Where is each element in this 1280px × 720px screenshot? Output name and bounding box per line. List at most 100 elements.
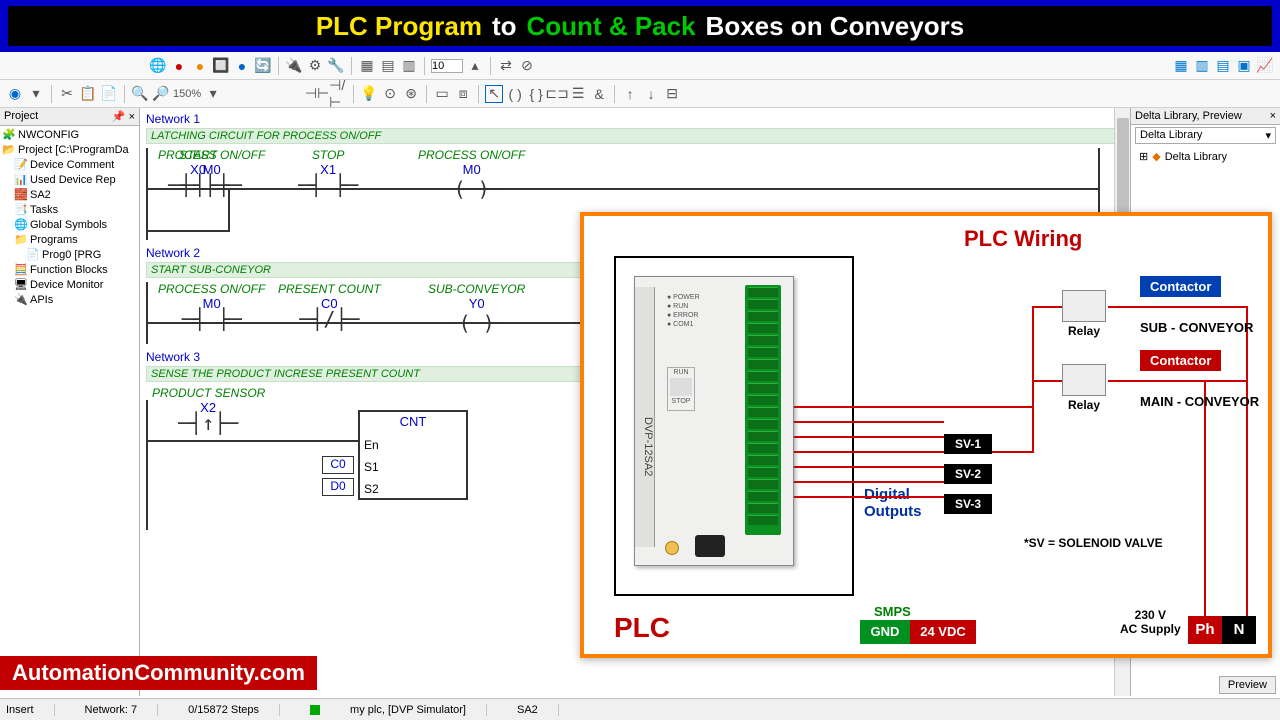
- caret-icon[interactable]: ▾: [27, 85, 45, 103]
- chip-icon[interactable]: 🔲: [212, 57, 230, 75]
- plc-port: [695, 535, 725, 557]
- spin-value[interactable]: [431, 59, 463, 73]
- ld1-icon[interactable]: ⊣⊢: [308, 85, 326, 103]
- wire-up-icon[interactable]: ↑: [621, 85, 639, 103]
- tree-item[interactable]: 📄Prog0 [PRG: [2, 248, 137, 263]
- cursor-icon[interactable]: ↖: [485, 85, 503, 103]
- globe-icon[interactable]: 🌐: [149, 57, 167, 75]
- sv1-box: SV-1: [944, 434, 992, 454]
- tree-item[interactable]: 🧱SA2: [2, 188, 137, 203]
- compile-icon[interactable]: ▦: [358, 57, 376, 75]
- blue-dot-icon[interactable]: ●: [233, 57, 251, 75]
- contact-no-icon[interactable]: ─┤ ├─: [298, 177, 358, 193]
- zoom-in-icon[interactable]: 🔍: [131, 85, 149, 103]
- contactor1: Contactor: [1140, 276, 1221, 297]
- sv2-box: SV-2: [944, 464, 992, 484]
- zoom-out-icon[interactable]: 🔎: [152, 85, 170, 103]
- layers-icon[interactable]: ▤: [379, 57, 397, 75]
- spin-up-icon[interactable]: ▴: [466, 57, 484, 75]
- coil-icon[interactable]: ─( )─: [418, 177, 525, 201]
- plc-jack: [665, 541, 679, 555]
- wire-dn-icon[interactable]: ↓: [642, 85, 660, 103]
- coil-icon[interactable]: ─( )─: [428, 311, 525, 335]
- graph-icon[interactable]: 📈: [1256, 57, 1274, 75]
- gear-icon[interactable]: ⚙: [306, 57, 324, 75]
- tree-item[interactable]: 📂Project [C:\ProgramDa: [2, 143, 137, 158]
- main-conv-label: MAIN - CONVEYOR: [1140, 394, 1259, 409]
- cont-no-icon[interactable]: ( ): [506, 85, 524, 103]
- tree-item[interactable]: 🔌APIs: [2, 293, 137, 308]
- sv-note: *SV = SOLENOID VALVE: [1024, 536, 1163, 550]
- cont-nc-icon[interactable]: { }: [527, 85, 545, 103]
- relay1: [1062, 290, 1106, 322]
- ph-box: Ph: [1188, 616, 1222, 644]
- panel-pin-icon[interactable]: 📌 ×: [112, 110, 135, 123]
- toolbar-top: 🌐 ● ● 🔲 ● 🔄 🔌 ⚙ 🔧 ▦ ▤ ▥ ▴ ⇄ ⊘ ▦ ▥ ▤ ▣ 📈: [0, 52, 1280, 80]
- red-dot-icon[interactable]: ●: [170, 57, 188, 75]
- tree-item[interactable]: 🌐Global Symbols: [2, 218, 137, 233]
- paste-icon[interactable]: 📄: [100, 85, 118, 103]
- and-icon[interactable]: &: [590, 85, 608, 103]
- plc-leds: ● POWER ● RUN ● ERROR ● COM1: [667, 293, 700, 329]
- orange-dot-icon[interactable]: ●: [191, 57, 209, 75]
- ld2-icon[interactable]: ⊣/⊢: [329, 85, 347, 103]
- win3-icon[interactable]: ▤: [1214, 57, 1232, 75]
- net1-comment: LATCHING CIRCUIT FOR PROCESS ON/OFF: [146, 128, 1120, 144]
- contact-rise-icon[interactable]: ─┤↑├─: [178, 415, 238, 431]
- vdc-box: 24 VDC: [910, 620, 976, 644]
- box-icon[interactable]: ▭: [433, 85, 451, 103]
- tree-item[interactable]: 📑Tasks: [2, 203, 137, 218]
- wiring-diagram: PLC Wiring DVP-12SA2 ● POWER ● RUN ● ERR…: [580, 212, 1272, 658]
- project-title: Project: [4, 110, 38, 123]
- connect-icon[interactable]: ⇄: [497, 57, 515, 75]
- plug-icon[interactable]: 🔌: [285, 57, 303, 75]
- status-bar: Insert Network: 7 0/15872 Steps my plc, …: [0, 698, 1280, 720]
- refresh-icon[interactable]: 🔄: [254, 57, 272, 75]
- status-cpu: SA2: [517, 704, 559, 716]
- plc-model: DVP-12SA2: [635, 287, 655, 547]
- cut-icon[interactable]: ✂: [58, 85, 76, 103]
- tree-item[interactable]: 📝Device Comment: [2, 158, 137, 173]
- title-banner: PLC Program to Count & Pack Boxes on Con…: [0, 0, 1280, 52]
- status-device: my plc, [DVP Simulator]: [350, 704, 487, 716]
- project-tree[interactable]: 🧩NWCONFIG📂Project [C:\ProgramDa📝Device C…: [0, 126, 139, 310]
- win2-icon[interactable]: ▥: [1193, 57, 1211, 75]
- zoom-caret-icon[interactable]: ▾: [204, 85, 222, 103]
- record-icon[interactable]: ◉: [6, 85, 24, 103]
- build-icon[interactable]: ▥: [400, 57, 418, 75]
- dash-icon[interactable]: ⊘: [518, 57, 536, 75]
- rise-icon[interactable]: ⊏⊐: [548, 85, 566, 103]
- sub-conv-label: SUB - CONVEYOR: [1140, 320, 1253, 335]
- zoom-level[interactable]: 150%: [173, 88, 201, 100]
- contact-no-icon[interactable]: ─┤ ├─: [158, 177, 265, 193]
- contact-no-icon[interactable]: ─┤ ├─: [158, 311, 265, 327]
- contact-nc-icon[interactable]: ─┤/├─: [278, 311, 381, 327]
- wrench-icon[interactable]: 🔧: [327, 57, 345, 75]
- out-icon[interactable]: ⊙: [381, 85, 399, 103]
- tree-item[interactable]: 📊Used Device Rep: [2, 173, 137, 188]
- preview-tab[interactable]: Preview: [1219, 676, 1276, 694]
- tree-item[interactable]: 📁Programs: [2, 233, 137, 248]
- lamp-icon[interactable]: 💡: [360, 85, 378, 103]
- project-panel: Project 📌 × 🧩NWCONFIG📂Project [C:\Program…: [0, 108, 140, 696]
- win1-icon[interactable]: ▦: [1172, 57, 1190, 75]
- lib-combo[interactable]: Delta Library▾: [1135, 127, 1276, 144]
- pin-d0[interactable]: D0: [322, 478, 354, 496]
- status-network: Network: 7: [85, 704, 159, 716]
- contactor2: Contactor: [1140, 350, 1221, 371]
- lib-close-icon[interactable]: ×: [1270, 110, 1276, 122]
- sv3-box: SV-3: [944, 494, 992, 514]
- lib-root-item[interactable]: ⊞◆Delta Library: [1131, 146, 1280, 167]
- wire-row-icon[interactable]: ⊟: [663, 85, 681, 103]
- pin-c0[interactable]: C0: [322, 456, 354, 474]
- tree-item[interactable]: 🧩NWCONFIG: [2, 128, 137, 143]
- cnt-block[interactable]: CNT En S1 S2: [358, 410, 468, 500]
- tree-item[interactable]: 🧮Function Blocks: [2, 263, 137, 278]
- brand-footer: AutomationCommunity.com: [0, 656, 317, 690]
- win4-icon[interactable]: ▣: [1235, 57, 1253, 75]
- copy-icon[interactable]: 📋: [79, 85, 97, 103]
- fall-icon[interactable]: ☰: [569, 85, 587, 103]
- comp-icon[interactable]: ⧈: [454, 85, 472, 103]
- tree-item[interactable]: 🖥Device Monitor: [2, 278, 137, 293]
- bulb-icon[interactable]: ⊛: [402, 85, 420, 103]
